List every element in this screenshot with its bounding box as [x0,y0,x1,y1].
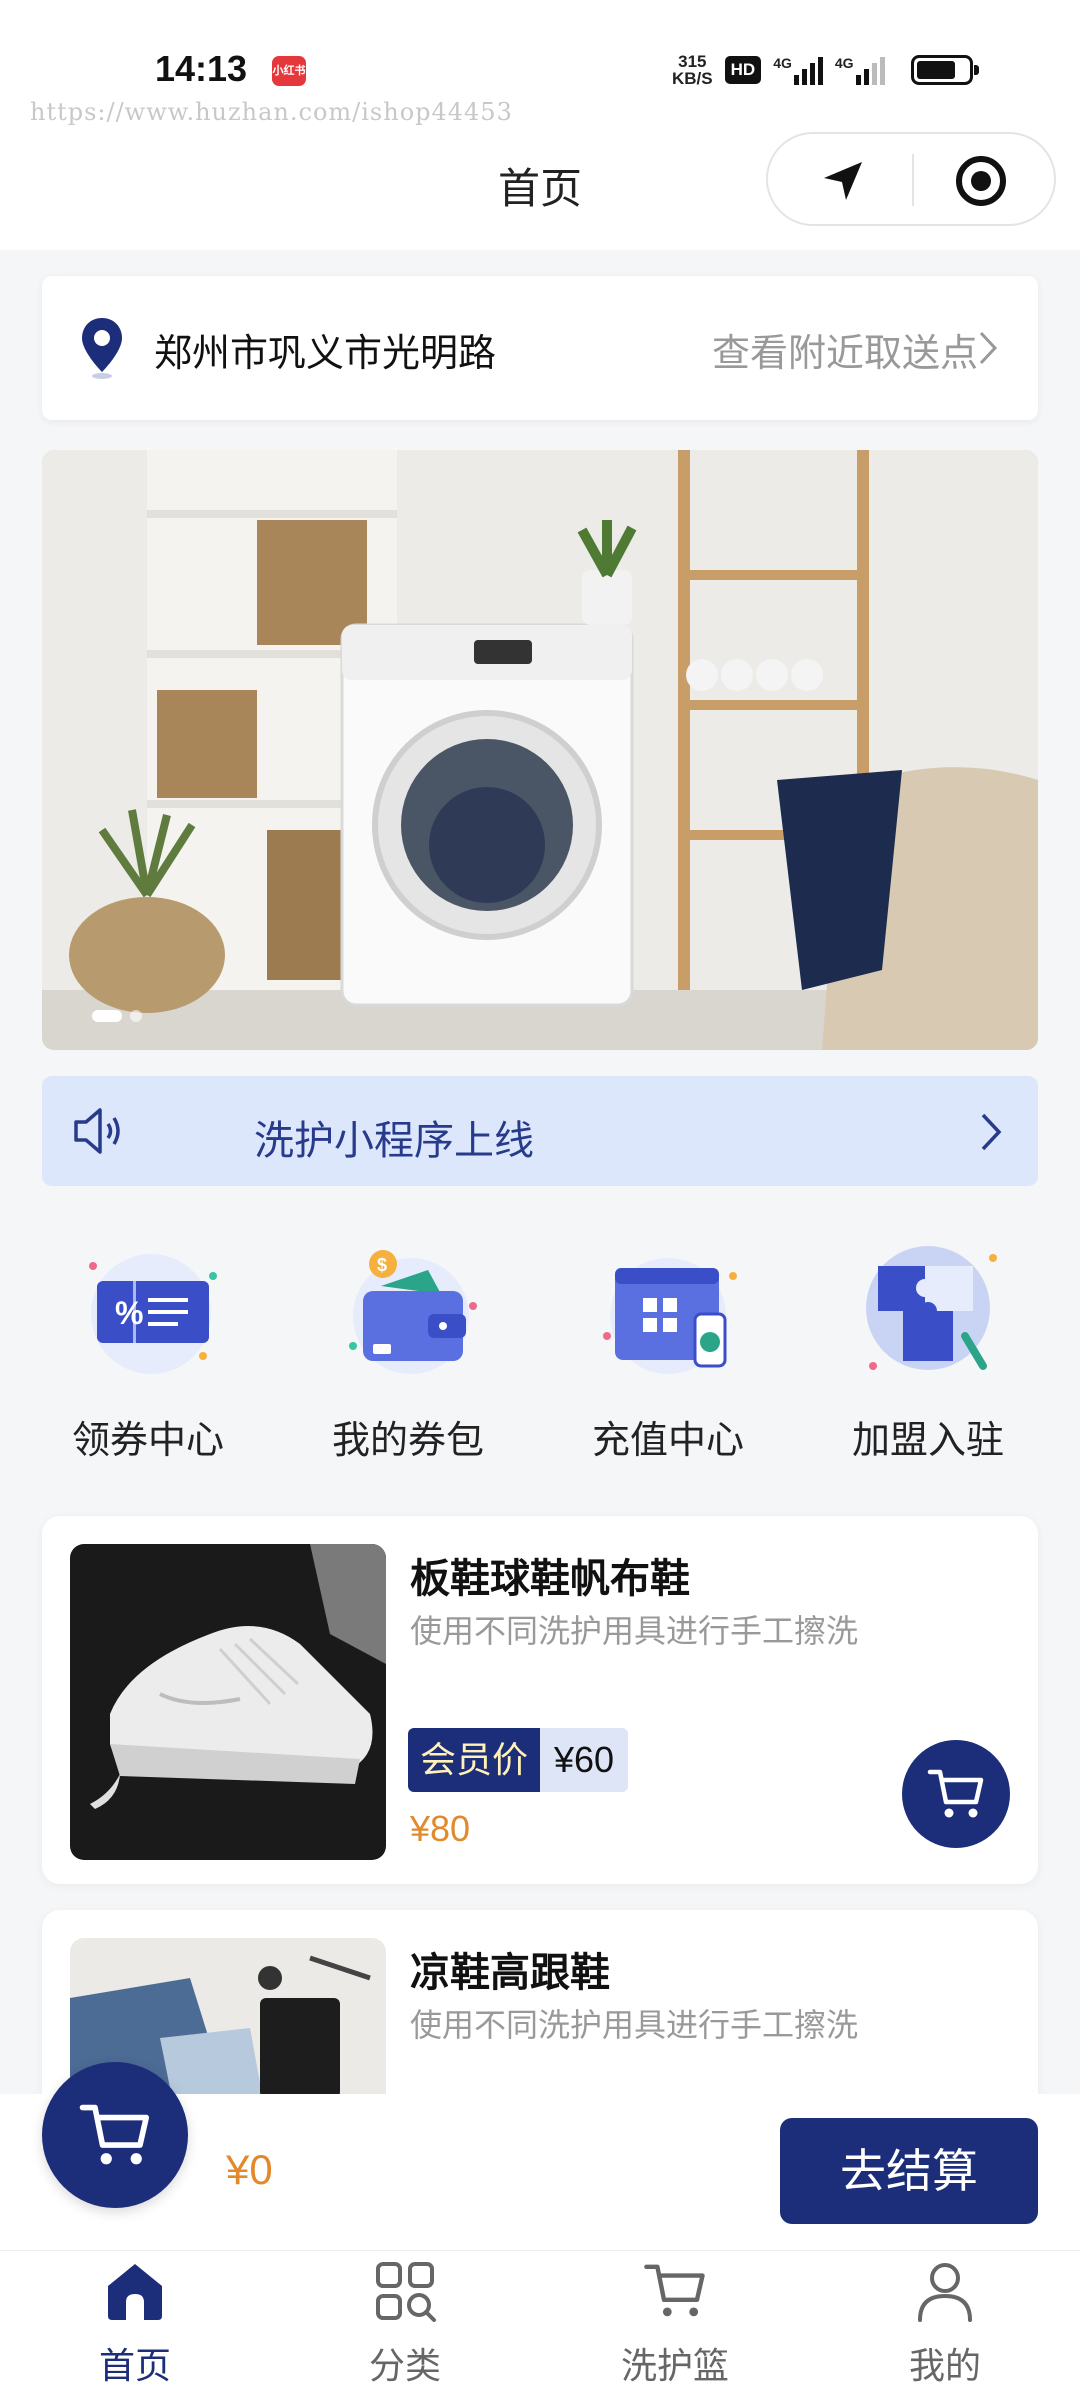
net-speed: 315 KB/S [672,52,713,88]
notice-bar[interactable]: 洗护小程序上线 [42,1076,1038,1186]
sneaker-image [70,1544,386,1860]
address-text: 郑州市巩义市光明路 [154,333,497,375]
category-icon [376,2262,436,2322]
shortcut-recharge-center[interactable]: 充值中心 [538,1236,798,1464]
speaker-icon [72,1104,122,1163]
signal-1-icon: 4G [773,55,823,85]
puzzle-icon [866,1246,997,1370]
tab-profile[interactable]: 我的 [810,2258,1080,2389]
member-tag: 会员价 [408,1728,541,1792]
signal-2-icon: 4G [835,55,885,85]
laundry-room-image [42,450,1038,1050]
shortcut-my-coupons[interactable]: $ 我的券包 [278,1236,538,1464]
coupon-icon: % [89,1254,217,1374]
tab-basket[interactable]: 洗护篮 [540,2258,810,2389]
hd-icon: HD [724,56,762,84]
product-description: 使用不同洗护用具进行手工擦洗 [410,1613,859,1649]
product-title: 板鞋球鞋帆布鞋 [410,1557,690,1601]
wallet-icon: $ [349,1250,477,1374]
carousel-dot-active[interactable] [92,1010,122,1022]
tab-category[interactable]: 分类 [270,2258,540,2389]
close-target-icon[interactable] [954,154,1008,213]
product-card[interactable]: 板鞋球鞋帆布鞋 使用不同洗护用具进行手工擦洗 会员价 ¥60 ¥80 [42,1516,1038,1884]
notice-text: 洗护小程序上线 [254,1119,534,1163]
status-time: 14:13 [155,48,248,89]
shortcut-franchise[interactable]: 加盟入驻 [798,1236,1058,1464]
svg-text:$: $ [377,1255,387,1275]
home-icon [108,2264,162,2320]
chevron-right-icon [980,1112,1002,1157]
battery-icon [910,55,979,85]
basket-icon [644,2264,705,2317]
tab-home[interactable]: 首页 [0,2258,270,2389]
add-to-cart-button[interactable] [902,1740,1010,1848]
notification-badge-icon: 小红书 [272,56,306,86]
product-description: 使用不同洗护用具进行手工擦洗 [410,2007,859,2043]
location-card[interactable]: 郑州市巩义市光明路 查看附近取送点 [42,276,1038,420]
nearby-points-link[interactable]: 查看附近取送点 [712,322,978,377]
product-title: 凉鞋高跟鞋 [410,1951,610,1995]
shortcut-coupon-center[interactable]: % 领券中心 [18,1236,278,1464]
watermark: https://www.huzhan.com/ishop44453 [30,98,513,126]
checkout-button[interactable]: 去结算 [780,2118,1038,2224]
navigate-arrow-icon[interactable] [818,156,868,211]
cart-icon [927,1769,984,1818]
recharge-icon [603,1258,737,1374]
svg-text:%: % [115,1295,143,1331]
cart-button[interactable] [42,2062,188,2208]
carousel-dot[interactable] [130,1010,142,1022]
member-price-badge: 会员价 ¥60 [408,1728,629,1792]
cart-icon [79,2104,150,2165]
cart-total: ¥0 [226,2146,273,2193]
chevron-right-icon [978,330,998,371]
location-pin-icon [78,316,126,385]
mini-program-capsule [766,132,1056,226]
banner-carousel[interactable] [42,450,1038,1050]
status-indicators: 315 KB/S HD 4G 4G [672,50,979,90]
product-price: ¥80 [410,1808,471,1849]
profile-icon [918,2263,972,2322]
member-price: ¥60 [540,1728,629,1792]
